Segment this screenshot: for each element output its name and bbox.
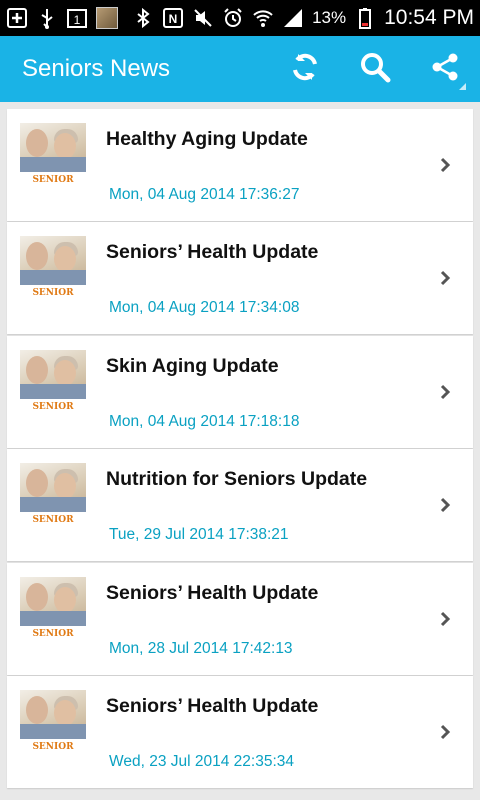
svg-text:N: N xyxy=(169,12,178,26)
calendar-1-icon: 1 xyxy=(66,7,88,29)
add-icon xyxy=(6,7,28,29)
item-title: Skin Aging Update xyxy=(106,354,279,377)
senior-care-thumbnail: SENIOR CARE xyxy=(20,236,86,303)
item-date: Mon, 04 Aug 2014 17:34:08 xyxy=(109,299,300,317)
senior-care-thumbnail: SENIOR CARE xyxy=(20,349,86,416)
chevron-right-icon xyxy=(437,156,453,174)
item-title: Seniors’ Health Update xyxy=(106,694,319,717)
nfc-icon: N xyxy=(162,7,184,29)
svg-text:1: 1 xyxy=(74,13,81,27)
list-item[interactable]: SENIOR CARE Seniors’ Health Update Wed, … xyxy=(7,675,473,788)
chevron-right-icon xyxy=(437,610,453,628)
status-bar: 1 N 13% 10:54 PM xyxy=(0,0,480,36)
thumbnail-label: SENIOR CARE xyxy=(20,285,86,303)
photo-thumbnail xyxy=(96,7,118,29)
share-button[interactable] xyxy=(410,36,480,102)
item-date: Mon, 04 Aug 2014 17:36:27 xyxy=(109,186,300,203)
item-date: Mon, 28 Jul 2014 17:42:13 xyxy=(109,639,293,657)
status-system: N 13% 10:54 PM xyxy=(132,6,474,30)
item-date: Tue, 29 Jul 2014 17:38:21 xyxy=(109,526,289,544)
app-title: Seniors News xyxy=(22,55,171,82)
senior-care-thumbnail: SENIOR CARE xyxy=(20,689,86,756)
search-icon xyxy=(358,50,392,89)
item-title: Nutrition for Seniors Update xyxy=(106,468,368,491)
senior-care-thumbnail: SENIOR CARE xyxy=(20,123,86,189)
bluetooth-icon xyxy=(132,7,154,29)
wifi-icon xyxy=(252,7,274,29)
refresh-icon xyxy=(288,50,322,89)
usb-icon xyxy=(36,7,58,29)
thumbnail-label: SENIOR CARE xyxy=(20,512,86,530)
list-item[interactable]: SENIOR CARE Seniors’ Health Update Mon, … xyxy=(7,562,473,675)
chevron-right-icon xyxy=(437,496,453,514)
list-item[interactable]: SENIOR CARE Seniors’ Health Update Mon, … xyxy=(7,222,473,335)
battery-icon xyxy=(354,7,376,29)
status-notifications: 1 xyxy=(6,7,118,29)
thumbnail-label: SENIOR CARE xyxy=(20,625,86,643)
item-date: Mon, 04 Aug 2014 17:18:18 xyxy=(109,412,300,430)
thumbnail-label: SENIOR CARE xyxy=(20,398,86,416)
search-button[interactable] xyxy=(340,36,410,102)
list-item[interactable]: SENIOR CARE Nutrition for Seniors Update… xyxy=(7,449,473,562)
senior-care-thumbnail: SENIOR CARE xyxy=(20,463,86,530)
chevron-right-icon xyxy=(437,269,453,287)
clock: 10:54 PM xyxy=(384,6,474,29)
item-title: Healthy Aging Update xyxy=(106,128,308,150)
senior-care-thumbnail: SENIOR CARE xyxy=(20,576,86,643)
news-list: SENIOR CARE Healthy Aging Update Mon, 04… xyxy=(7,109,473,789)
thumbnail-label: SENIOR CARE xyxy=(20,738,86,756)
battery-percent: 13% xyxy=(312,8,347,27)
overflow-indicator xyxy=(459,83,466,90)
item-title: Seniors’ Health Update xyxy=(106,241,319,264)
chevron-right-icon xyxy=(437,723,453,741)
list-item[interactable]: SENIOR CARE Skin Aging Update Mon, 04 Au… xyxy=(7,335,473,448)
mute-icon xyxy=(192,7,214,29)
list-item[interactable]: SENIOR CARE Healthy Aging Update Mon, 04… xyxy=(7,109,473,221)
thumbnail-label: SENIOR CARE xyxy=(20,172,86,189)
chevron-right-icon xyxy=(437,383,453,401)
share-icon xyxy=(428,50,462,89)
item-title: Seniors’ Health Update xyxy=(106,581,319,604)
item-date: Wed, 23 Jul 2014 22:35:34 xyxy=(109,752,294,770)
alarm-icon xyxy=(222,7,244,29)
action-bar: Seniors News xyxy=(0,36,480,102)
signal-icon xyxy=(282,7,304,29)
refresh-button[interactable] xyxy=(270,36,340,102)
